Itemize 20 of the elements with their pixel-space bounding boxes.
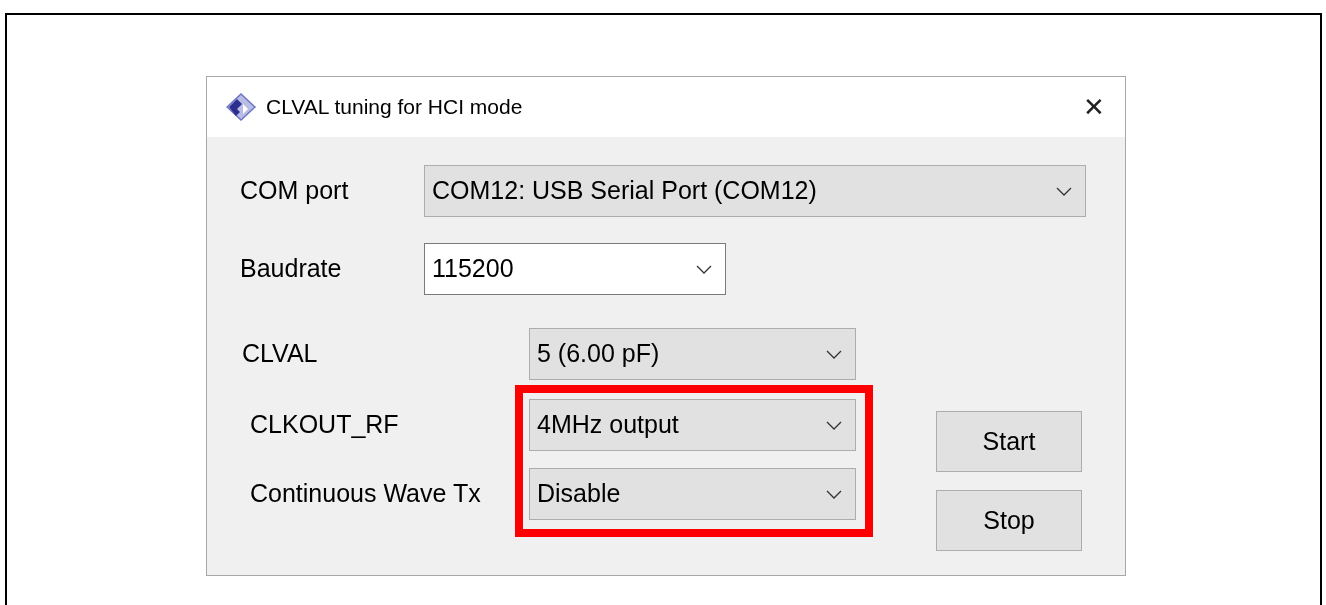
app-icon (226, 93, 257, 121)
field-label: COM port (240, 176, 349, 205)
close-button[interactable]: ✕ (1081, 94, 1107, 120)
field-label: CLVAL (242, 338, 318, 370)
field-label: Baudrate (240, 254, 342, 283)
chevron-down-icon (696, 264, 712, 274)
dropdown[interactable]: 4MHz output (529, 399, 856, 451)
dropdown[interactable]: 5 (6.00 pF) (529, 328, 856, 380)
push-button[interactable]: Start (936, 411, 1082, 472)
chevron-down-icon (826, 489, 842, 499)
dropdown[interactable]: COM12: USB Serial Port (COM12) (424, 165, 1086, 217)
field-label: Continuous Wave Tx (250, 478, 481, 510)
window-title: CLVAL tuning for HCI mode (266, 94, 523, 121)
chevron-down-icon (1056, 186, 1072, 196)
field-label: CLKOUT_RF (250, 409, 399, 441)
chevron-down-icon (826, 349, 842, 359)
combo-box[interactable]: 115200 (424, 243, 726, 295)
chevron-down-icon (826, 420, 842, 430)
dropdown[interactable]: Disable (529, 468, 856, 520)
push-button[interactable]: Stop (936, 490, 1082, 551)
